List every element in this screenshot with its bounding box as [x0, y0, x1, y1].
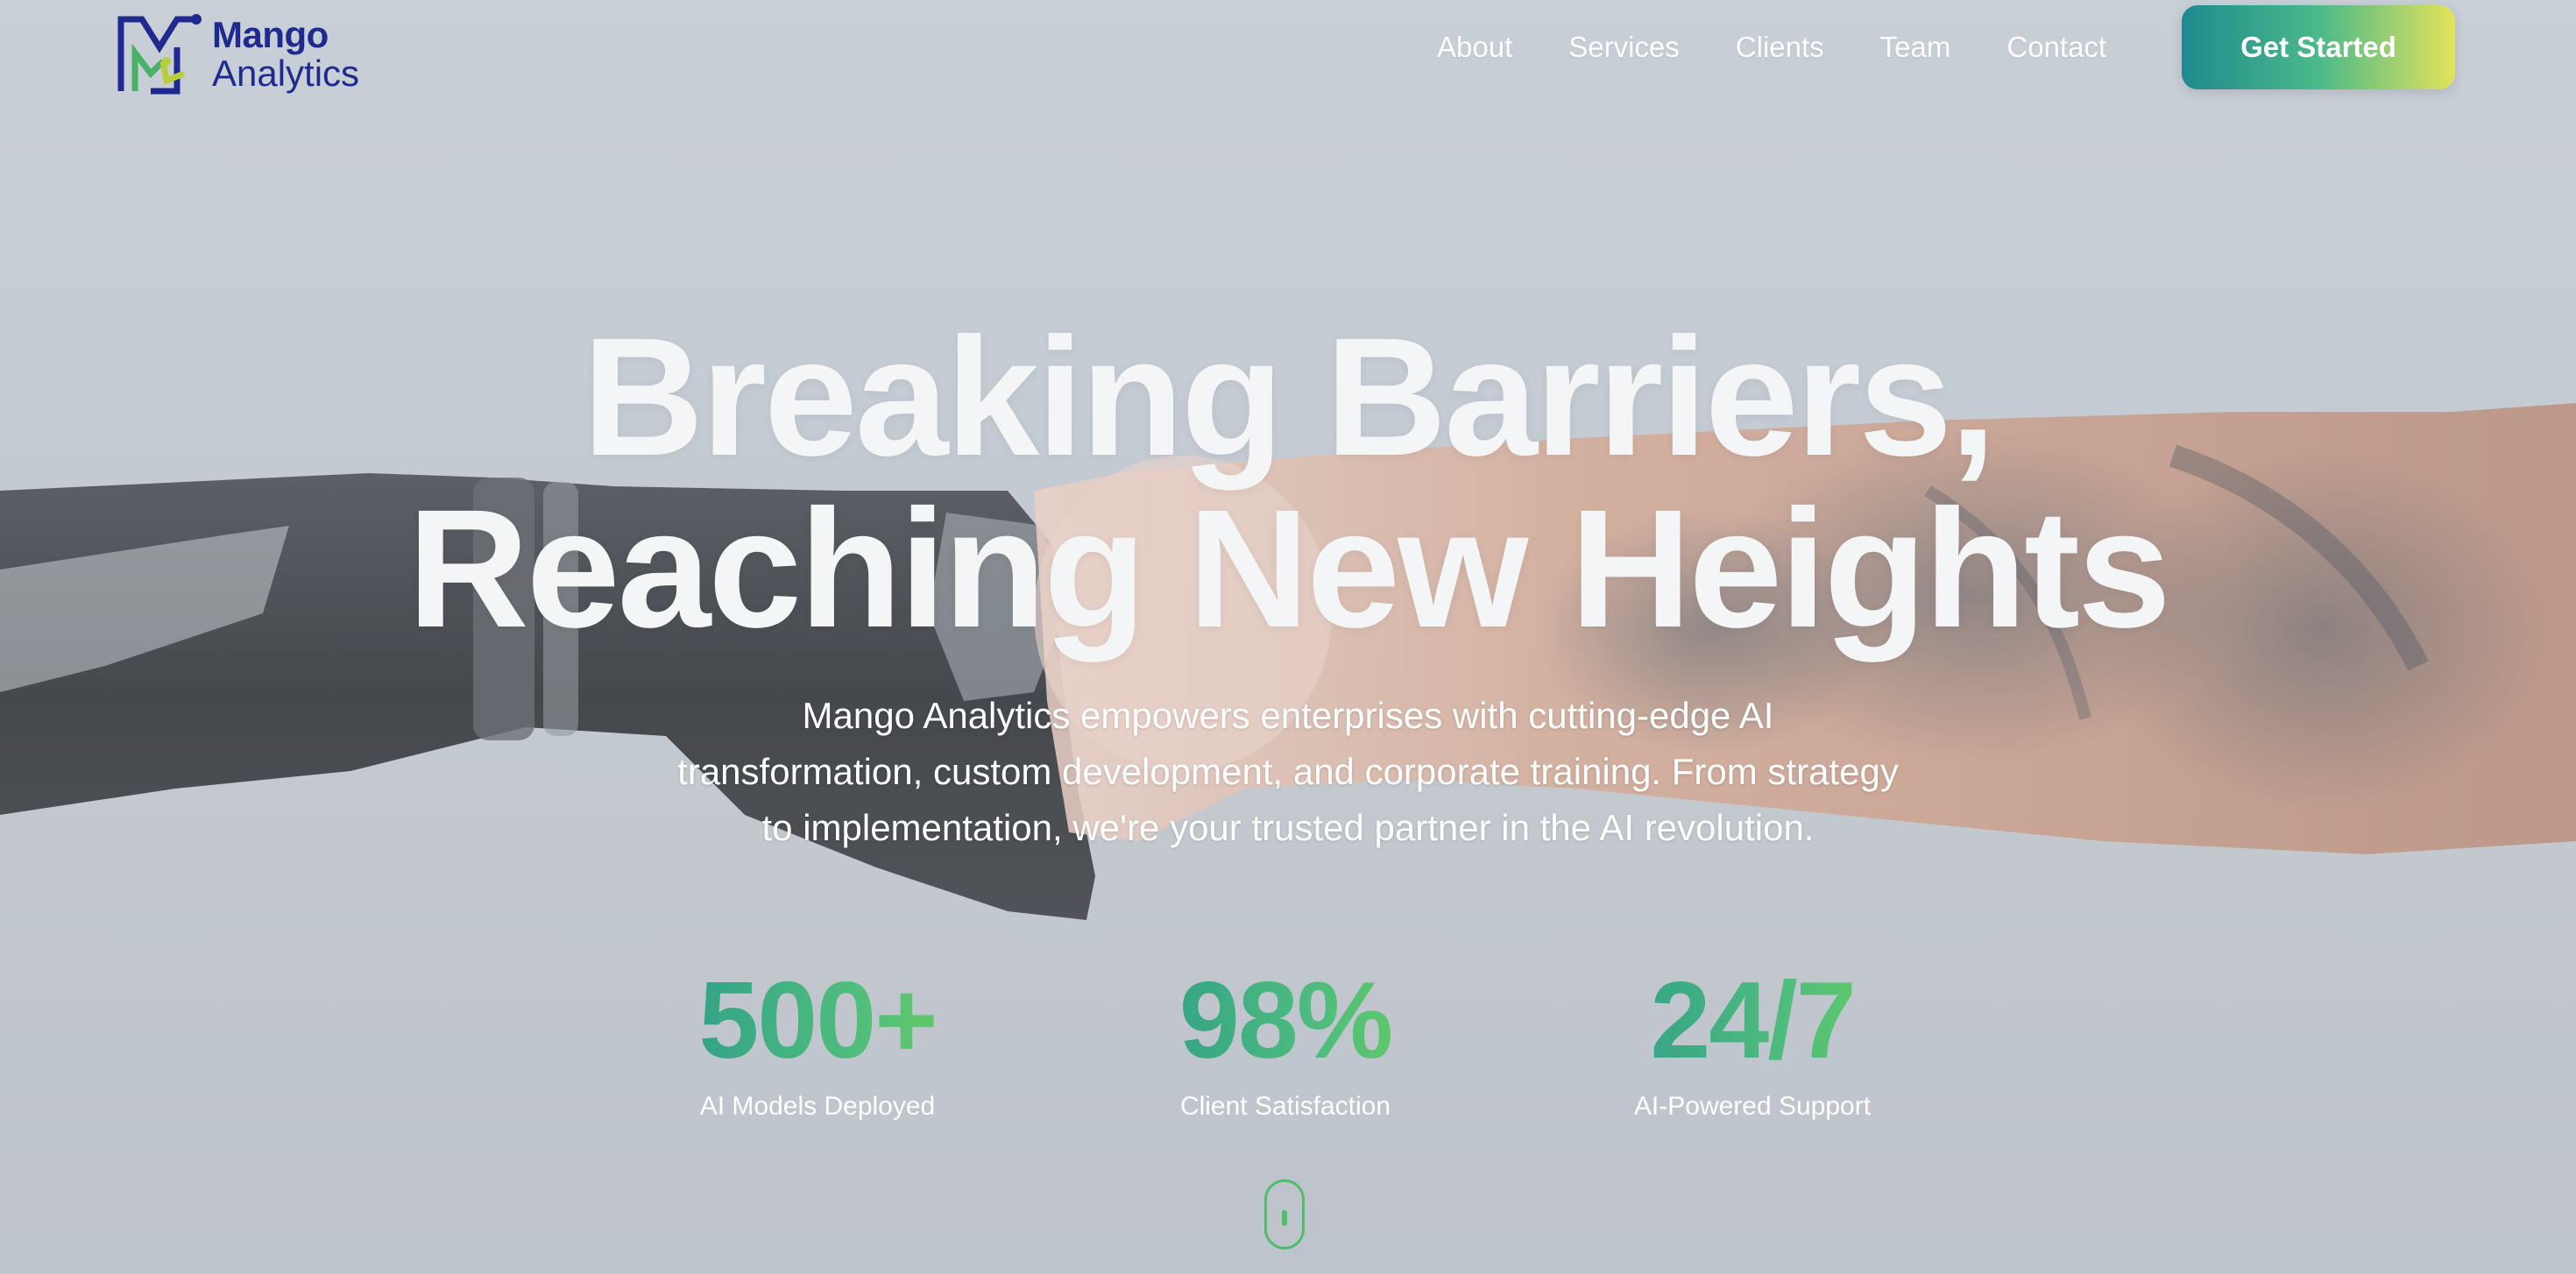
mouse-scroll-icon[interactable] — [1264, 1179, 1305, 1249]
hero-subtitle: Mango Analytics empowers enterprises wit… — [605, 688, 1971, 856]
hero-subtitle-line2: transformation, custom development, and … — [677, 751, 1899, 792]
mango-m-logo-icon — [117, 14, 202, 95]
nav-link-about[interactable]: About — [1437, 31, 1512, 64]
scroll-dot — [1282, 1210, 1287, 1226]
landing-page: Mango Analytics About Services Clients T… — [0, 0, 2576, 1274]
nav-links: About Services Clients Team Contact — [1437, 26, 2106, 68]
brand-name-line1: Mango — [212, 14, 329, 55]
stat-value: 98% — [1110, 955, 1461, 1086]
nav-link-clients[interactable]: Clients — [1736, 31, 1824, 64]
stat-models-deployed: 500+ AI Models Deployed — [642, 955, 993, 1122]
get-started-button[interactable]: Get Started — [2182, 5, 2455, 89]
nav-link-contact[interactable]: Contact — [2006, 31, 2106, 64]
hero-subtitle-line1: Mango Analytics empowers enterprises wit… — [802, 695, 1774, 736]
stat-value: 24/7 — [1577, 955, 1928, 1086]
hero-title: Breaking Barriers, Reaching New Heights — [0, 311, 2576, 655]
stat-label: Client Satisfaction — [1179, 1092, 1391, 1121]
hero-title-line1: Breaking Barriers, — [582, 302, 1997, 491]
nav-link-team[interactable]: Team — [1880, 31, 1951, 64]
stat-client-satisfaction: 98% Client Satisfaction — [1110, 955, 1461, 1122]
top-navigation: Mango Analytics About Services Clients T… — [0, 0, 2576, 96]
stat-label: AI-Powered Support — [1633, 1092, 1872, 1121]
stats-row: 500+ AI Models Deployed 98% Client Satis… — [0, 955, 2576, 1130]
stat-value: 500+ — [642, 955, 993, 1086]
brand-logo[interactable]: Mango Analytics — [116, 12, 379, 96]
hero-title-line2: Reaching New Heights — [407, 474, 2171, 662]
stat-label: AI Models Deployed — [699, 1092, 936, 1121]
hero-subtitle-line3: to implementation, we're your trusted pa… — [761, 807, 1815, 848]
stat-ai-support: 24/7 AI-Powered Support — [1577, 955, 1928, 1122]
brand-name: Mango Analytics — [212, 17, 359, 92]
nav-link-services[interactable]: Services — [1568, 31, 1680, 64]
brand-name-line2: Analytics — [212, 53, 360, 94]
